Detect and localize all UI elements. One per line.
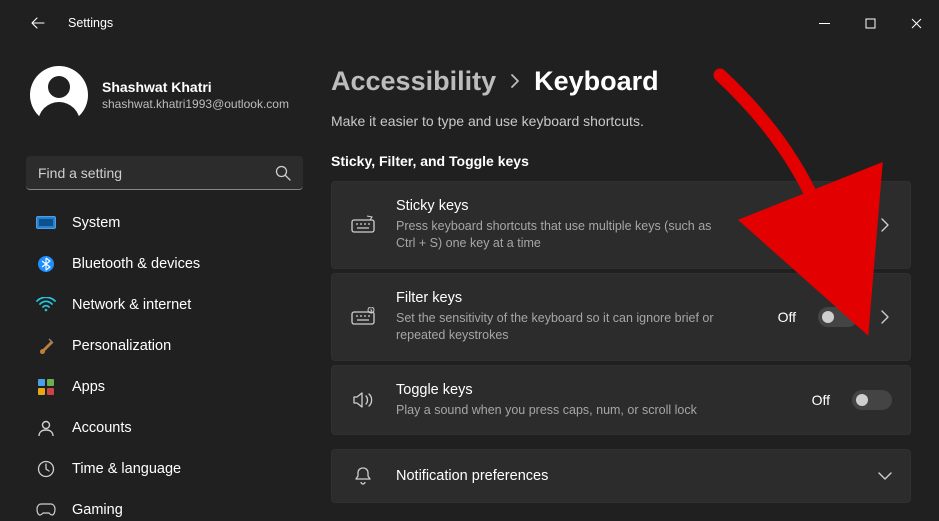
expand-chevron[interactable] <box>878 472 892 480</box>
nav-label: Gaming <box>72 502 123 518</box>
toggle-keys-toggle[interactable] <box>852 390 892 410</box>
filter-keys-icon <box>350 307 376 327</box>
filter-keys-toggle[interactable] <box>818 307 858 327</box>
toggle-state: Off <box>778 309 796 325</box>
nav-label: Personalization <box>72 338 171 354</box>
chevron-right-icon <box>881 310 889 324</box>
nav-network[interactable]: Network & internet <box>26 286 303 323</box>
card-desc: Press keyboard shortcuts that use multip… <box>396 218 716 252</box>
profile-block[interactable]: Shashwat Khatri shashwat.khatri1993@outl… <box>26 46 303 140</box>
nav-label: System <box>72 215 120 231</box>
sticky-keys-toggle[interactable] <box>818 215 858 235</box>
toggle-state: On <box>777 217 796 233</box>
nav-time-language[interactable]: Time & language <box>26 450 303 487</box>
page-subtitle: Make it easier to type and use keyboard … <box>331 113 911 129</box>
section-header: Sticky, Filter, and Toggle keys <box>331 153 911 169</box>
back-button[interactable] <box>26 11 50 35</box>
avatar <box>30 66 88 124</box>
gaming-icon <box>36 500 56 520</box>
maximize-icon <box>865 18 876 29</box>
search-input[interactable] <box>26 156 303 190</box>
minimize-button[interactable] <box>801 0 847 46</box>
expand-chevron[interactable] <box>878 218 892 232</box>
profile-name: Shashwat Khatri <box>102 79 289 95</box>
card-notification-preferences[interactable]: Notification preferences <box>331 449 911 503</box>
nav: System Bluetooth & devices Network & int… <box>26 204 303 521</box>
breadcrumb: Accessibility Keyboard <box>331 66 911 97</box>
sticky-keys-icon <box>350 215 376 235</box>
nav-label: Apps <box>72 379 105 395</box>
bell-icon <box>350 466 376 486</box>
profile-email: shashwat.khatri1993@outlook.com <box>102 97 289 111</box>
apps-icon <box>36 377 56 397</box>
bluetooth-icon <box>36 254 56 274</box>
breadcrumb-parent[interactable]: Accessibility <box>331 66 496 97</box>
wifi-icon <box>36 295 56 315</box>
expand-chevron[interactable] <box>878 310 892 324</box>
search-icon <box>275 165 291 181</box>
card-sticky-keys[interactable]: Sticky keys Press keyboard shortcuts tha… <box>331 181 911 269</box>
card-title: Notification preferences <box>396 468 858 484</box>
nav-label: Network & internet <box>72 297 191 313</box>
card-filter-keys[interactable]: Filter keys Set the sensitivity of the k… <box>331 273 911 361</box>
nav-bluetooth[interactable]: Bluetooth & devices <box>26 245 303 282</box>
card-toggle-keys[interactable]: Toggle keys Play a sound when you press … <box>331 365 911 436</box>
close-icon <box>911 18 922 29</box>
clock-globe-icon <box>36 459 56 479</box>
search <box>26 156 303 190</box>
nav-apps[interactable]: Apps <box>26 368 303 405</box>
chevron-right-icon <box>510 73 520 89</box>
card-title: Filter keys <box>396 290 758 306</box>
sidebar: Shashwat Khatri shashwat.khatri1993@outl… <box>12 46 317 521</box>
accounts-icon <box>36 418 56 438</box>
nav-label: Time & language <box>72 461 181 477</box>
nav-accounts[interactable]: Accounts <box>26 409 303 446</box>
card-desc: Play a sound when you press caps, num, o… <box>396 402 716 419</box>
back-arrow-icon <box>30 15 46 31</box>
nav-system[interactable]: System <box>26 204 303 241</box>
main-content: Accessibility Keyboard Make it easier to… <box>317 46 939 521</box>
card-title: Toggle keys <box>396 382 792 398</box>
nav-label: Accounts <box>72 420 132 436</box>
breadcrumb-current: Keyboard <box>534 66 659 97</box>
system-icon <box>36 213 56 233</box>
close-button[interactable] <box>893 0 939 46</box>
chevron-right-icon <box>881 218 889 232</box>
titlebar: Settings <box>12 0 939 46</box>
nav-personalization[interactable]: Personalization <box>26 327 303 364</box>
card-title: Sticky keys <box>396 198 757 214</box>
maximize-button[interactable] <box>847 0 893 46</box>
chevron-down-icon <box>878 472 892 480</box>
nav-gaming[interactable]: Gaming <box>26 491 303 521</box>
app-title: Settings <box>68 16 113 30</box>
speaker-icon <box>350 391 376 409</box>
toggle-state: Off <box>812 392 830 408</box>
paintbrush-icon <box>36 336 56 356</box>
minimize-icon <box>819 18 830 29</box>
card-desc: Set the sensitivity of the keyboard so i… <box>396 310 716 344</box>
nav-label: Bluetooth & devices <box>72 256 200 272</box>
